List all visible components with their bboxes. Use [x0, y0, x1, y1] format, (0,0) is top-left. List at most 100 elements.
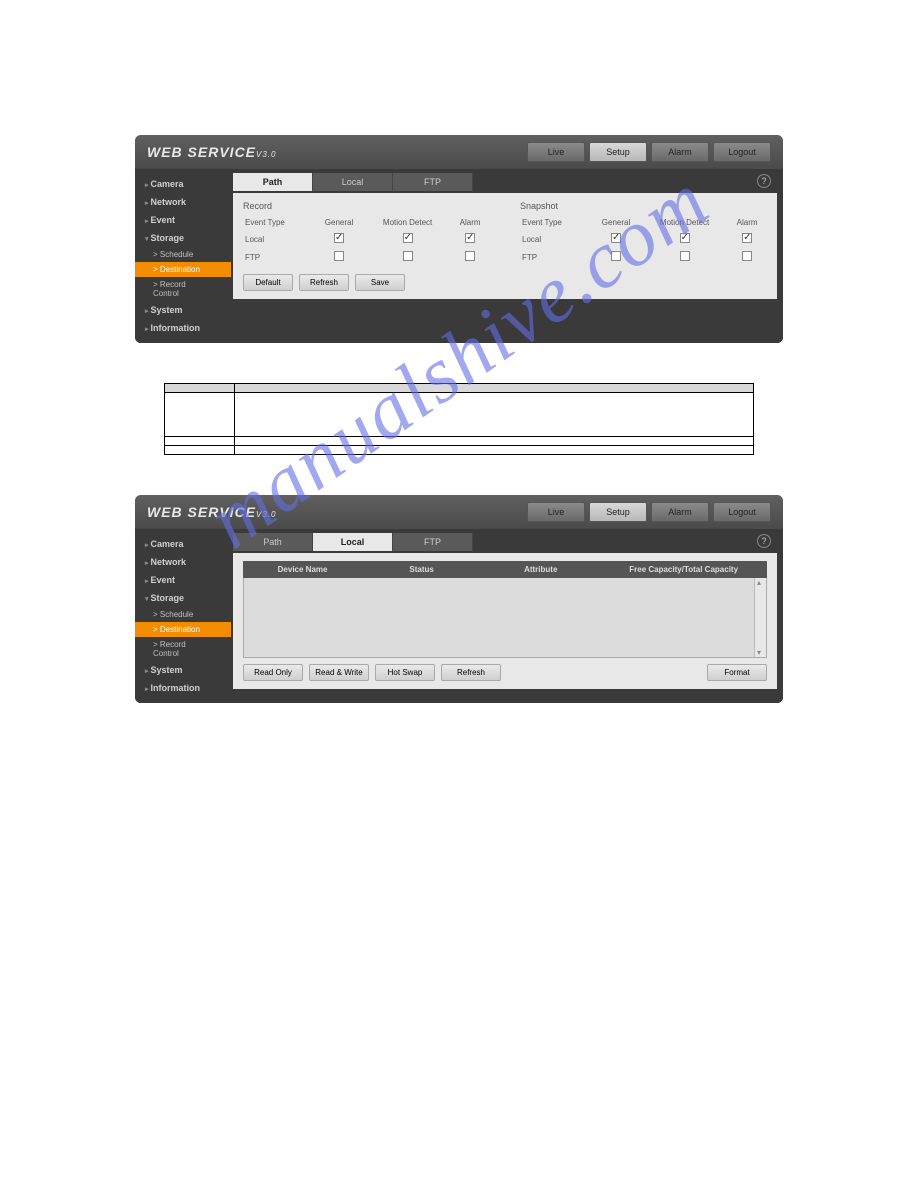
readwrite-button[interactable]: Read & Write [309, 664, 369, 681]
record-hdr-alarm: Alarm [450, 215, 490, 230]
snapshot-row-local-label: Local [520, 230, 590, 248]
snapshot-table: Event Type General Motion Detect Alarm L… [520, 215, 767, 266]
snapshot-heading: Snapshot [520, 201, 767, 211]
record-local-alarm-checkbox[interactable] [465, 233, 475, 243]
record-section: Record Event Type General Motion Detect … [243, 201, 490, 291]
ptable-r2c1 [165, 437, 235, 446]
app-logo: WEB SERVICEV3.0 [147, 144, 276, 160]
th-status: Status [362, 565, 481, 574]
snapshot-local-motion-checkbox[interactable] [680, 233, 690, 243]
sidebar-item-storage-2[interactable]: Storage [135, 589, 231, 607]
app-header: WEB SERVICEV3.0 Live Setup Alarm Logout [135, 135, 783, 169]
ptable-r3c2 [235, 446, 754, 455]
sidebar-item-camera[interactable]: Camera [135, 175, 231, 193]
tab-ftp-2[interactable]: FTP [393, 533, 473, 551]
tab-bar: Path Local FTP ? [233, 171, 777, 193]
sidebar-item-recordcontrol[interactable]: > Record Control [135, 277, 231, 301]
ptable-h2 [235, 384, 754, 393]
local-table-header: Device Name Status Attribute Free Capaci… [243, 561, 767, 578]
nav-alarm-2[interactable]: Alarm [651, 502, 709, 522]
th-attribute: Attribute [481, 565, 600, 574]
record-heading: Record [243, 201, 490, 211]
hotswap-button[interactable]: Hot Swap [375, 664, 435, 681]
readonly-button[interactable]: Read Only [243, 664, 303, 681]
record-table: Event Type General Motion Detect Alarm L… [243, 215, 490, 266]
nav-setup[interactable]: Setup [589, 142, 647, 162]
record-ftp-alarm-checkbox[interactable] [465, 251, 475, 261]
sidebar-item-system[interactable]: System [135, 301, 231, 319]
ptable-h1 [165, 384, 235, 393]
default-button[interactable]: Default [243, 274, 293, 291]
tab-path[interactable]: Path [233, 173, 313, 191]
sidebar-item-information[interactable]: Information [135, 319, 231, 337]
figure-local-screenshot: WEB SERVICEV3.0 Live Setup Alarm Logout … [135, 495, 783, 703]
local-table-body [243, 578, 767, 658]
nav-alarm[interactable]: Alarm [651, 142, 709, 162]
nav-logout[interactable]: Logout [713, 142, 771, 162]
sidebar-item-destination[interactable]: > Destination [135, 262, 231, 277]
ptable-r1c1 [165, 393, 235, 437]
ptable-r2c2 [235, 437, 754, 446]
nav-logout-2[interactable]: Logout [713, 502, 771, 522]
refresh-button[interactable]: Refresh [299, 274, 349, 291]
nav-live[interactable]: Live [527, 142, 585, 162]
snapshot-ftp-general-checkbox[interactable] [611, 251, 621, 261]
sidebar-item-recordcontrol-2[interactable]: > Record Control [135, 637, 231, 661]
help-icon-2[interactable]: ? [757, 534, 771, 548]
sidebar-item-camera-2[interactable]: Camera [135, 535, 231, 553]
snapshot-local-alarm-checkbox[interactable] [742, 233, 752, 243]
ptable-r1c2 [235, 393, 754, 437]
sidebar-item-event[interactable]: Event [135, 211, 231, 229]
sidebar-item-event-2[interactable]: Event [135, 571, 231, 589]
sidebar-item-system-2[interactable]: System [135, 661, 231, 679]
tab-ftp[interactable]: FTP [393, 173, 473, 191]
save-button[interactable]: Save [355, 274, 405, 291]
app-logo-2: WEB SERVICEV3.0 [147, 504, 276, 520]
sidebar-item-network-2[interactable]: Network [135, 553, 231, 571]
tab-bar-2: Path Local FTP ? [233, 531, 777, 553]
tab-path-2[interactable]: Path [233, 533, 313, 551]
sidebar-2: Camera Network Event Storage > Schedule … [135, 529, 231, 703]
record-hdr-motion: Motion Detect [365, 215, 450, 230]
record-hdr-eventtype: Event Type [243, 215, 313, 230]
sidebar-item-schedule-2[interactable]: > Schedule [135, 607, 231, 622]
parameter-table [164, 383, 754, 455]
sidebar-item-network[interactable]: Network [135, 193, 231, 211]
main-panel-2: Path Local FTP ? Device Name Status Attr… [231, 529, 783, 703]
scrollbar[interactable] [754, 578, 766, 657]
snapshot-section: Snapshot Event Type General Motion Detec… [520, 201, 767, 291]
record-row-local-label: Local [243, 230, 313, 248]
tab-local-2[interactable]: Local [313, 533, 393, 551]
snapshot-hdr-motion: Motion Detect [642, 215, 727, 230]
topnav-2: Live Setup Alarm Logout [527, 502, 771, 522]
record-local-general-checkbox[interactable] [334, 233, 344, 243]
th-devicename: Device Name [243, 565, 362, 574]
sidebar-item-information-2[interactable]: Information [135, 679, 231, 697]
snapshot-hdr-general: General [590, 215, 642, 230]
format-button[interactable]: Format [707, 664, 767, 681]
refresh-button-2[interactable]: Refresh [441, 664, 501, 681]
snapshot-hdr-alarm: Alarm [727, 215, 767, 230]
record-local-motion-checkbox[interactable] [403, 233, 413, 243]
sidebar-item-storage[interactable]: Storage [135, 229, 231, 247]
help-icon[interactable]: ? [757, 174, 771, 188]
th-capacity: Free Capacity/Total Capacity [600, 565, 767, 574]
topnav: Live Setup Alarm Logout [527, 142, 771, 162]
snapshot-ftp-motion-checkbox[interactable] [680, 251, 690, 261]
app-header-2: WEB SERVICEV3.0 Live Setup Alarm Logout [135, 495, 783, 529]
record-hdr-general: General [313, 215, 365, 230]
sidebar-item-destination-2[interactable]: > Destination [135, 622, 231, 637]
figure-path-screenshot: WEB SERVICEV3.0 Live Setup Alarm Logout … [135, 135, 783, 343]
record-ftp-general-checkbox[interactable] [334, 251, 344, 261]
nav-setup-2[interactable]: Setup [589, 502, 647, 522]
snapshot-hdr-eventtype: Event Type [520, 215, 590, 230]
snapshot-local-general-checkbox[interactable] [611, 233, 621, 243]
sidebar-item-schedule[interactable]: > Schedule [135, 247, 231, 262]
snapshot-ftp-alarm-checkbox[interactable] [742, 251, 752, 261]
record-ftp-motion-checkbox[interactable] [403, 251, 413, 261]
nav-live-2[interactable]: Live [527, 502, 585, 522]
tab-local[interactable]: Local [313, 173, 393, 191]
sidebar: Camera Network Event Storage > Schedule … [135, 169, 231, 343]
main-panel: Path Local FTP ? Record Event Type Gener… [231, 169, 783, 343]
snapshot-row-ftp-label: FTP [520, 248, 590, 266]
